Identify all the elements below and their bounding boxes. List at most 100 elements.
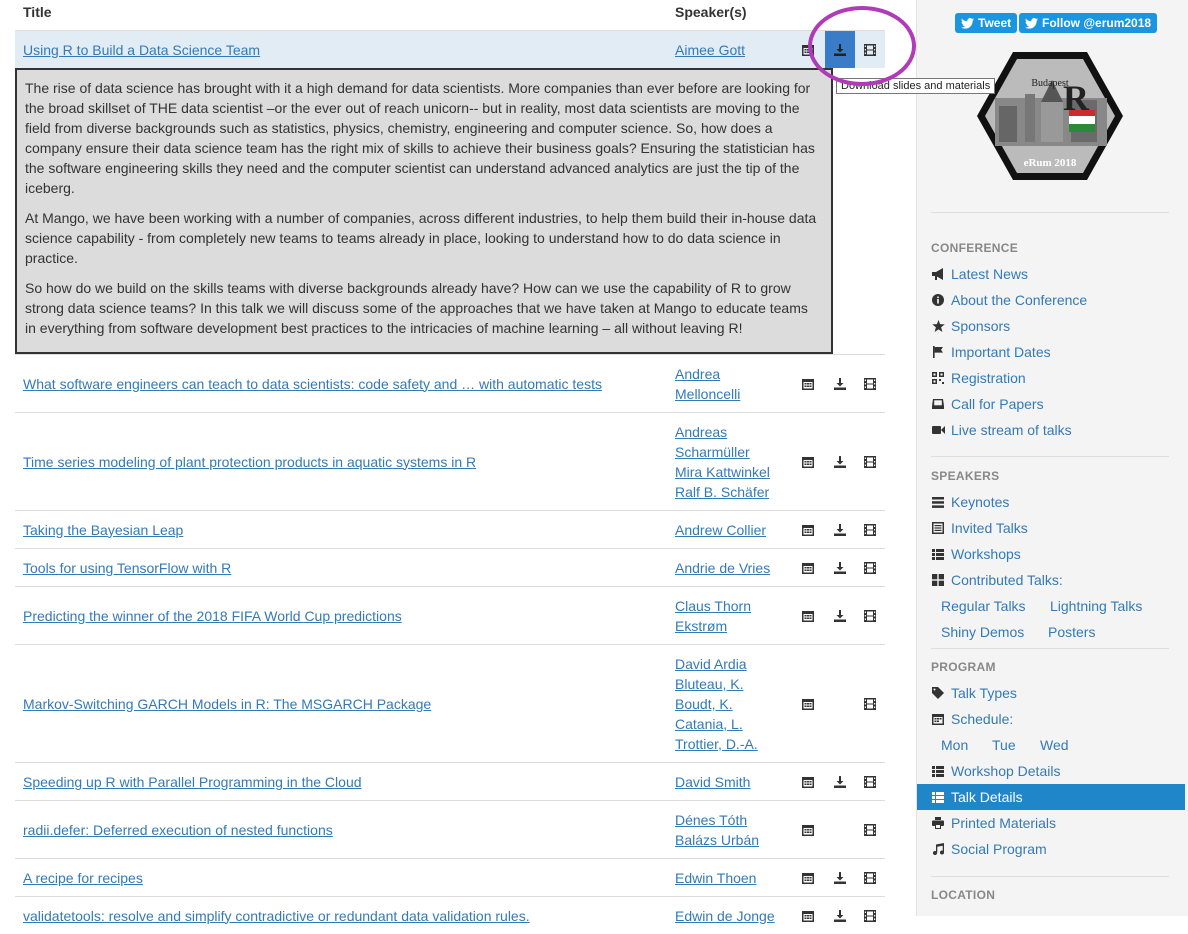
table-row[interactable]: Taking the Bayesian Leap Andrew Collier — [15, 510, 885, 548]
film-icon[interactable] — [863, 823, 877, 837]
music-icon — [931, 842, 945, 856]
film-icon[interactable] — [863, 455, 877, 469]
nav-talk-details[interactable]: Talk Details — [931, 785, 1023, 809]
talk-title-link[interactable]: A recipe for recipes — [23, 868, 143, 888]
divider — [931, 456, 1169, 457]
table-row[interactable]: A recipe for recipes Edwin Thoen — [15, 858, 885, 896]
nav-registration[interactable]: Registration — [931, 366, 1026, 390]
talk-title-link[interactable]: Speeding up R with Parallel Programming … — [23, 772, 362, 792]
follow-label: Follow @erum2018 — [1042, 16, 1152, 30]
nav-important-dates[interactable]: Important Dates — [931, 340, 1051, 364]
speaker-link[interactable]: Dénes Tóth — [675, 810, 795, 830]
talk-title-link[interactable]: Time series modeling of plant protection… — [23, 452, 476, 472]
speaker-link[interactable]: Ekstrøm — [675, 616, 795, 636]
logo-bottom-text: eRum 2018 — [1024, 157, 1077, 169]
erum-logo[interactable]: R Budapest eRum 2018 — [975, 50, 1125, 182]
film-icon[interactable] — [863, 523, 877, 537]
talk-title-link[interactable]: Taking the Bayesian Leap — [23, 520, 183, 540]
speaker-link[interactable]: Andrew Collier — [675, 520, 795, 540]
speaker-link[interactable]: Melloncelli — [675, 384, 795, 404]
speaker-link[interactable]: Ralf B. Schäfer — [675, 482, 795, 502]
speaker-link[interactable]: Catania, L. — [675, 714, 795, 734]
table-row-selected[interactable]: Using R to Build a Data Science Team Aim… — [15, 30, 885, 68]
speaker-link[interactable]: Andrea — [675, 364, 795, 384]
talk-title-link[interactable]: Markov-Switching GARCH Models in R: The … — [23, 694, 431, 714]
nav-lightning-talks[interactable]: Lightning Talks — [1050, 598, 1142, 614]
calendar-icon[interactable] — [801, 377, 815, 391]
download-icon[interactable] — [833, 609, 847, 623]
film-icon[interactable] — [863, 561, 877, 575]
speaker-link[interactable]: Mira Kattwinkel — [675, 462, 795, 482]
speaker-link[interactable]: David Ardia — [675, 654, 795, 674]
calendar-icon[interactable] — [801, 609, 815, 623]
tweet-button[interactable]: Tweet — [955, 13, 1018, 33]
nav-workshop-details[interactable]: Workshop Details — [931, 759, 1060, 783]
calendar-icon[interactable] — [801, 871, 815, 885]
nav-workshops[interactable]: Workshops — [931, 542, 1021, 566]
speaker-link[interactable]: Trottier, D.-A. — [675, 734, 795, 754]
nav-about-conference[interactable]: About the Conference — [931, 288, 1087, 312]
talk-title-link[interactable]: Using R to Build a Data Science Team — [23, 40, 260, 60]
download-icon[interactable] — [833, 523, 847, 537]
nav-keynotes[interactable]: Keynotes — [931, 490, 1009, 514]
download-icon[interactable] — [833, 561, 847, 575]
calendar-icon[interactable] — [801, 775, 815, 789]
speaker-link[interactable]: Andrie de Vries — [675, 558, 795, 578]
nav-day-wed[interactable]: Wed — [1040, 737, 1069, 753]
nav-live-stream[interactable]: Live stream of talks — [931, 418, 1072, 442]
table-row[interactable]: Tools for using TensorFlow with R Andrie … — [15, 548, 885, 586]
talk-title-link[interactable]: Tools for using TensorFlow with R — [23, 558, 231, 578]
th-list-icon — [931, 547, 945, 561]
talk-title-link[interactable]: radii.defer: Deferred execution of neste… — [23, 820, 333, 840]
table-row[interactable]: Predicting the winner of the 2018 FIFA W… — [15, 586, 885, 644]
speaker-link[interactable]: David Smith — [675, 772, 795, 792]
speaker-link[interactable]: Claus Thorn — [675, 596, 795, 616]
film-icon[interactable] — [863, 775, 877, 789]
nav-printed-materials[interactable]: Printed Materials — [931, 811, 1056, 835]
nav-latest-news[interactable]: Latest News — [931, 262, 1028, 286]
download-icon[interactable] — [833, 775, 847, 789]
speaker-link[interactable]: Andreas — [675, 422, 795, 442]
table-row[interactable]: Markov-Switching GARCH Models in R: The … — [15, 644, 885, 762]
calendar-icon[interactable] — [801, 523, 815, 537]
calendar-icon[interactable] — [801, 455, 815, 469]
table-row[interactable]: Speeding up R with Parallel Programming … — [15, 762, 885, 800]
download-icon[interactable] — [833, 455, 847, 469]
talk-title-link[interactable]: Predicting the winner of the 2018 FIFA W… — [23, 606, 402, 626]
talk-title-link[interactable]: What software engineers can teach to dat… — [23, 374, 602, 394]
speakers-section-header: SPEAKERS — [931, 469, 1000, 483]
speaker-link[interactable]: Bluteau, K. — [675, 674, 795, 694]
nav-day-tue[interactable]: Tue — [992, 737, 1016, 753]
table-row[interactable]: What software engineers can teach to dat… — [15, 354, 885, 412]
nav-social-program[interactable]: Social Program — [931, 837, 1047, 861]
film-icon[interactable] — [863, 697, 877, 711]
talks-table: Title Speaker(s) Using R to Build a Data… — [15, 0, 885, 934]
calendar-icon[interactable] — [801, 823, 815, 837]
nav-regular-talks[interactable]: Regular Talks — [941, 598, 1026, 614]
film-icon[interactable] — [863, 609, 877, 623]
nav-posters[interactable]: Posters — [1048, 624, 1095, 640]
nav-talk-types[interactable]: Talk Types — [931, 681, 1017, 705]
table-row[interactable]: validatetools: resolve and simplify cont… — [15, 896, 885, 934]
nav-invited-talks[interactable]: Invited Talks — [931, 516, 1028, 540]
table-row[interactable]: Time series modeling of plant protection… — [15, 412, 885, 510]
speaker-link[interactable]: Scharmüller — [675, 442, 795, 462]
speaker-link[interactable]: Balázs Urbán — [675, 830, 795, 850]
film-icon[interactable] — [863, 871, 877, 885]
download-icon[interactable] — [833, 871, 847, 885]
nav-contributed-talks[interactable]: Contributed Talks: — [931, 568, 1063, 592]
follow-button[interactable]: Follow @erum2018 — [1019, 13, 1158, 33]
download-icon[interactable] — [833, 377, 847, 391]
calendar-icon[interactable] — [801, 561, 815, 575]
nav-sponsors[interactable]: Sponsors — [931, 314, 1010, 338]
film-icon[interactable] — [863, 377, 877, 391]
calendar-icon[interactable] — [801, 697, 815, 711]
speaker-link[interactable]: Aimee Gott — [675, 40, 795, 60]
table-row[interactable]: radii.defer: Deferred execution of neste… — [15, 800, 885, 858]
nav-schedule[interactable]: Schedule: — [931, 707, 1013, 731]
nav-day-mon[interactable]: Mon — [941, 737, 968, 753]
speaker-link[interactable]: Boudt, K. — [675, 694, 795, 714]
nav-shiny-demos[interactable]: Shiny Demos — [941, 624, 1024, 640]
speaker-link[interactable]: Edwin Thoen — [675, 868, 795, 888]
nav-call-for-papers[interactable]: Call for Papers — [931, 392, 1044, 416]
